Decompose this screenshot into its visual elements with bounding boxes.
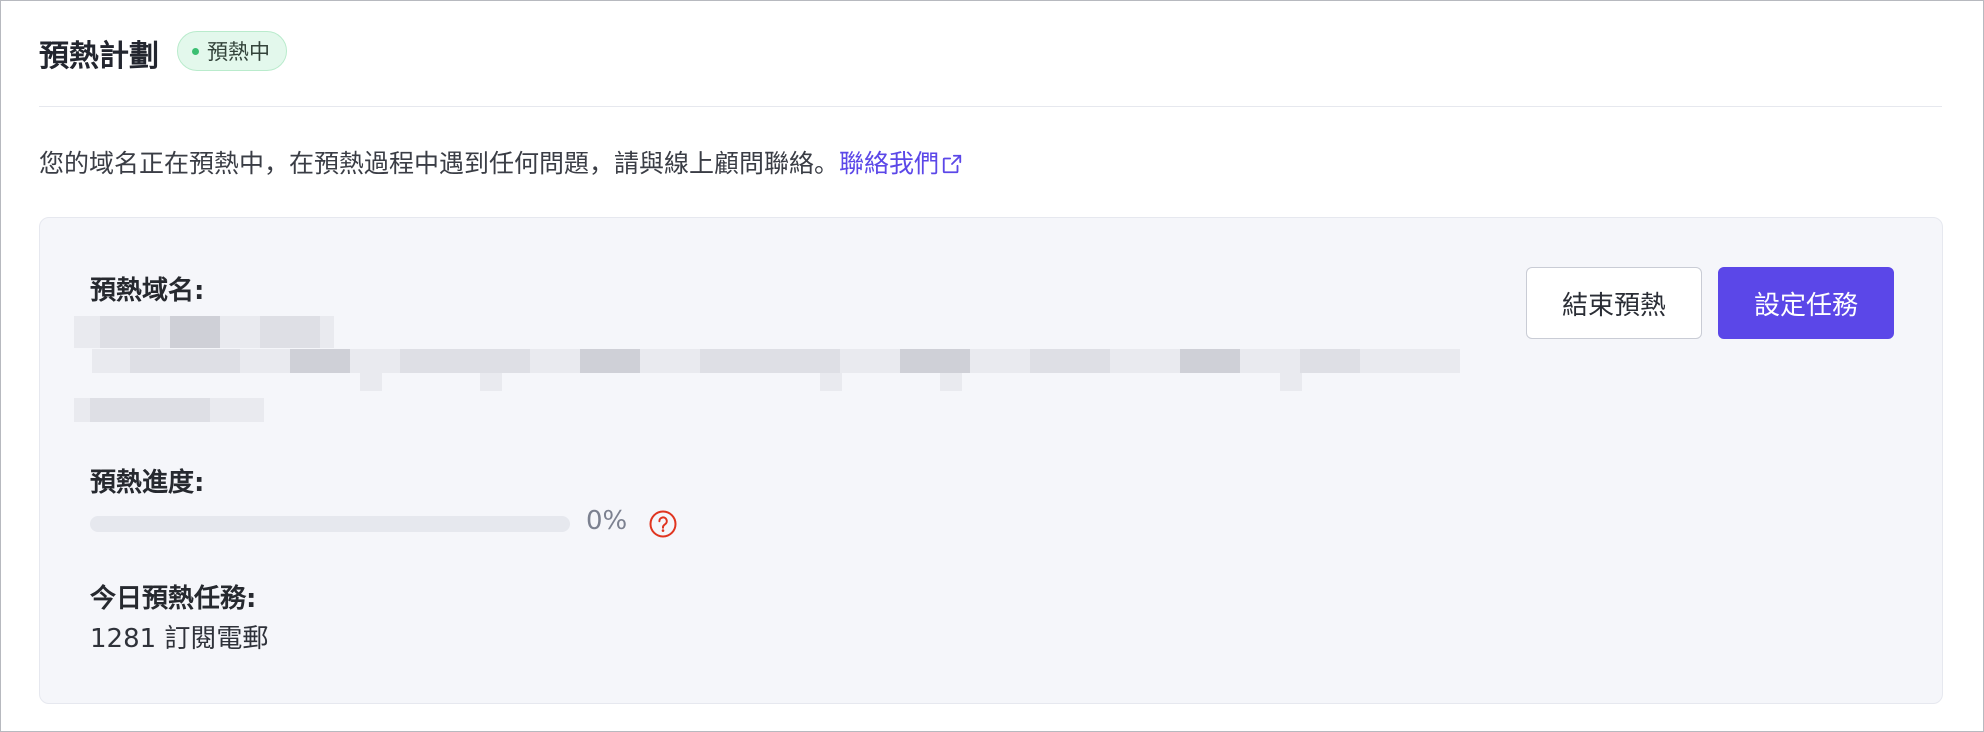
page-title: 預熱計劃 xyxy=(39,39,159,74)
progress-label: 預熱進度: xyxy=(90,468,205,498)
progress-percent: 0% xyxy=(586,506,628,536)
status-badge-label: 預熱中 xyxy=(207,40,270,64)
today-task-value: 1281 訂閱電郵 xyxy=(90,624,269,654)
question-circle-icon[interactable] xyxy=(648,509,678,539)
contact-us-link[interactable]: 聯絡我們 xyxy=(839,149,963,178)
end-warmup-button[interactable]: 結束預熱 xyxy=(1526,267,1702,339)
card-header: 預熱計劃 預熱中 xyxy=(39,23,1942,107)
status-dot-icon xyxy=(192,47,199,55)
warmup-details-panel: 預熱域名: 預熱進度: 0% 今日預熱任務: 1281 訂閱電郵 結束預熱 設定… xyxy=(39,217,1943,704)
status-badge: 預熱中 xyxy=(177,31,287,71)
warmup-plan-card: 預熱計劃 預熱中 您的域名正在預熱中，在預熱過程中遇到任何問題，請與線上顧問聯絡… xyxy=(0,0,1984,732)
contact-us-link-label: 聯絡我們 xyxy=(839,149,940,178)
today-task-label: 今日預熱任務: xyxy=(90,584,257,614)
set-task-button[interactable]: 設定任務 xyxy=(1718,267,1894,339)
warmup-progress-bar xyxy=(90,516,570,532)
warmup-notice: 您的域名正在預熱中，在預熱過程中遇到任何問題，請與線上顧問聯絡。聯絡我們 xyxy=(39,144,963,181)
external-link-icon xyxy=(941,152,963,181)
notice-text: 您的域名正在預熱中，在預熱過程中遇到任何問題，請與線上顧問聯絡。 xyxy=(39,149,840,178)
domain-label: 預熱域名: xyxy=(90,276,205,306)
